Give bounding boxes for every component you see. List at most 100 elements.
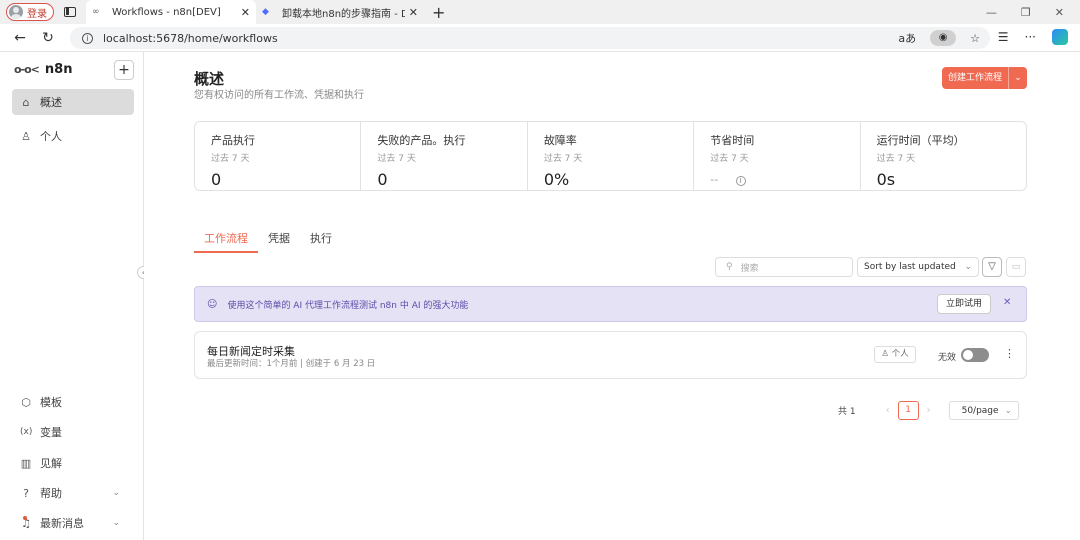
sidebar-item-whats-new[interactable]: ♫ 最新消息 ⌄ [12,510,134,536]
stat-period: 过去 7 天 [876,154,916,164]
sidebar-item-personal[interactable]: ♙ 个人 [12,123,134,149]
close-window-icon[interactable]: ✕ [1055,6,1064,19]
tab-title: Workflows - n8n[DEV] [112,6,221,18]
close-tab-icon[interactable]: ✕ [241,6,250,19]
browser-tools: ☰ ··· [998,29,1068,45]
tab-credentials[interactable]: 凭据 [258,230,300,253]
page-size-select[interactable]: 50/page ⌄ [948,401,1019,420]
content-tabs: 工作流程 凭据 执行 [194,230,342,253]
stat-value: 0 [211,170,222,189]
user-icon: ♙ [881,349,889,359]
stat-period: 过去 7 天 [710,154,749,164]
variable-icon: (x) [20,427,33,437]
new-folder-button[interactable]: ▭ [1006,257,1026,277]
stat-value-row: -- i [710,173,859,186]
n8n-logo-icon: o-o< [14,63,40,76]
banner-text: 使用这个简单的 AI 代理工作流程测试 n8n 中 AI 的强大功能 [227,300,469,311]
sidebar: o-o< n8n + ⌂ 概述 ♙ 个人 ⬡ 模板 (x) 变量 ▥ 见解 ? … [0,52,144,540]
address-bar-row: ← ↻ i localhost:5678/home/workflows aあ ◉… [0,24,1080,52]
search-icon: ⚲ [726,262,733,272]
create-workflow-label[interactable]: 创建工作流程 [942,67,1009,89]
stat-failed-executions[interactable]: 失败的产品。执行 过去 7 天 0 [361,122,528,190]
close-icon[interactable]: ✕ [1003,297,1011,308]
home-icon: ⌂ [22,95,30,109]
minimize-icon[interactable]: — [986,6,997,19]
search-placeholder: 搜索 [740,263,759,274]
sidebar-item-label: 见解 [40,457,62,470]
search-input[interactable]: ⚲ 搜索 [715,257,853,277]
workflow-card[interactable]: 每日新闻定时采集 最后更新时间：1个月前 | 创建于 6 月 23 日 ♙ 个人… [194,331,1027,379]
sort-label: Sort by last updated [864,262,956,272]
more-options-icon[interactable]: ··· [1025,30,1036,44]
sidebar-item-label: 帮助 [40,487,62,500]
copilot-icon[interactable] [1052,29,1068,45]
info-icon[interactable]: i [735,176,746,186]
read-aloud-icon[interactable]: aあ [898,30,916,46]
stat-time-saved[interactable]: 节省时间 过去 7 天 -- i [694,122,861,190]
restore-icon[interactable]: ❐ [1021,6,1031,19]
stat-title: 运行时间（平均） [876,134,965,147]
stat-failure-rate[interactable]: 故障率 过去 7 天 0% [528,122,695,190]
n8n-favicon-icon: ∞ [92,7,100,17]
tab-title: 卸载本地n8n的步骤指南 - DeepSeek [282,8,405,20]
sidebar-item-help[interactable]: ? 帮助 ⌄ [12,480,134,506]
more-vertical-icon[interactable]: ⋮ [1004,347,1015,360]
owner-label: 个人 [891,349,909,359]
add-button[interactable]: + [114,60,134,80]
owner-badge: ♙ 个人 [874,346,916,363]
pagination-total: 共 1 [838,407,856,417]
robot-icon: ☺ [207,298,218,310]
tab-executions[interactable]: 执行 [300,230,342,253]
stat-prod-executions[interactable]: 产品执行 过去 7 天 0 [195,122,362,190]
sidebar-item-overview[interactable]: ⌂ 概述 [12,89,134,115]
window-controls: — ❐ ✕ [986,6,1064,19]
back-icon[interactable]: ← [12,30,28,46]
pagination: 共 1 ‹ 1 › 50/page ⌄ [838,401,1019,420]
filter-button[interactable]: ▽ [982,257,1002,277]
user-icon: ♙ [21,129,31,143]
ai-callout-banner: ☺ 使用这个简单的 AI 代理工作流程测试 n8n 中 AI 的强大功能 立即试… [194,286,1027,322]
bar-chart-icon: ▥ [20,456,32,470]
sidebar-item-templates[interactable]: ⬡ 模板 [12,389,134,415]
sidebar-item-insights[interactable]: ▥ 见解 [12,450,134,476]
logo[interactable]: o-o< n8n [14,62,72,77]
close-tab-icon[interactable]: ✕ [409,6,418,19]
stat-period: 过去 7 天 [377,154,416,164]
folder-icon: ▭ [1011,262,1021,272]
favorite-star-icon[interactable]: ☆ [970,32,980,45]
favorites-icon[interactable]: ☰ [998,30,1009,44]
sidebar-item-variables[interactable]: (x) 变量 [12,419,134,445]
stat-value: -- [710,173,719,186]
prev-page-icon[interactable]: ‹ [886,405,890,416]
browser-tab-workflows[interactable]: ∞ Workflows - n8n[DEV] ✕ [86,0,256,24]
page-number[interactable]: 1 [897,401,919,420]
omnibox[interactable]: i localhost:5678/home/workflows aあ ◉ ☆ [70,27,990,49]
chevron-down-icon: ⌄ [112,488,120,498]
chevron-down-icon: ⌄ [964,262,972,272]
stat-period: 过去 7 天 [211,154,250,164]
sidebar-item-label: 概述 [40,96,62,109]
stat-title: 节省时间 [710,134,755,147]
stat-avg-runtime[interactable]: 运行时间（平均） 过去 7 天 0s [861,122,1026,190]
url-text[interactable]: localhost:5678/home/workflows [103,32,278,45]
create-workflow-button[interactable]: 创建工作流程 ⌄ [942,67,1027,89]
browser-tab-deepseek[interactable]: ◆ 卸载本地n8n的步骤指南 - DeepSeek ✕ [256,0,424,24]
new-tab-icon[interactable]: + [432,3,445,22]
profile-button[interactable]: 登录 [6,3,54,21]
brand-name: n8n [44,62,73,77]
sort-select[interactable]: Sort by last updated ⌄ [857,257,979,277]
site-info-icon[interactable]: i [82,32,93,44]
try-now-button[interactable]: 立即试用 [937,294,991,314]
page-subtitle: 您有权访问的所有工作流、凭据和执行 [194,90,364,101]
stat-value: 0 [377,170,388,189]
deepseek-favicon-icon: ◆ [262,7,269,17]
tab-actions-icon[interactable] [64,7,76,17]
status-label: 无效 [938,353,957,363]
chevron-down-icon[interactable]: ⌄ [1009,67,1027,89]
refresh-icon[interactable]: ↻ [40,30,56,46]
next-page-icon[interactable]: › [927,405,931,416]
active-toggle[interactable] [961,348,989,362]
omnibox-icons: aあ ◉ ☆ [898,30,990,46]
tracking-prevention-icon[interactable]: ◉ [930,30,957,46]
tab-workflows[interactable]: 工作流程 [194,230,258,253]
